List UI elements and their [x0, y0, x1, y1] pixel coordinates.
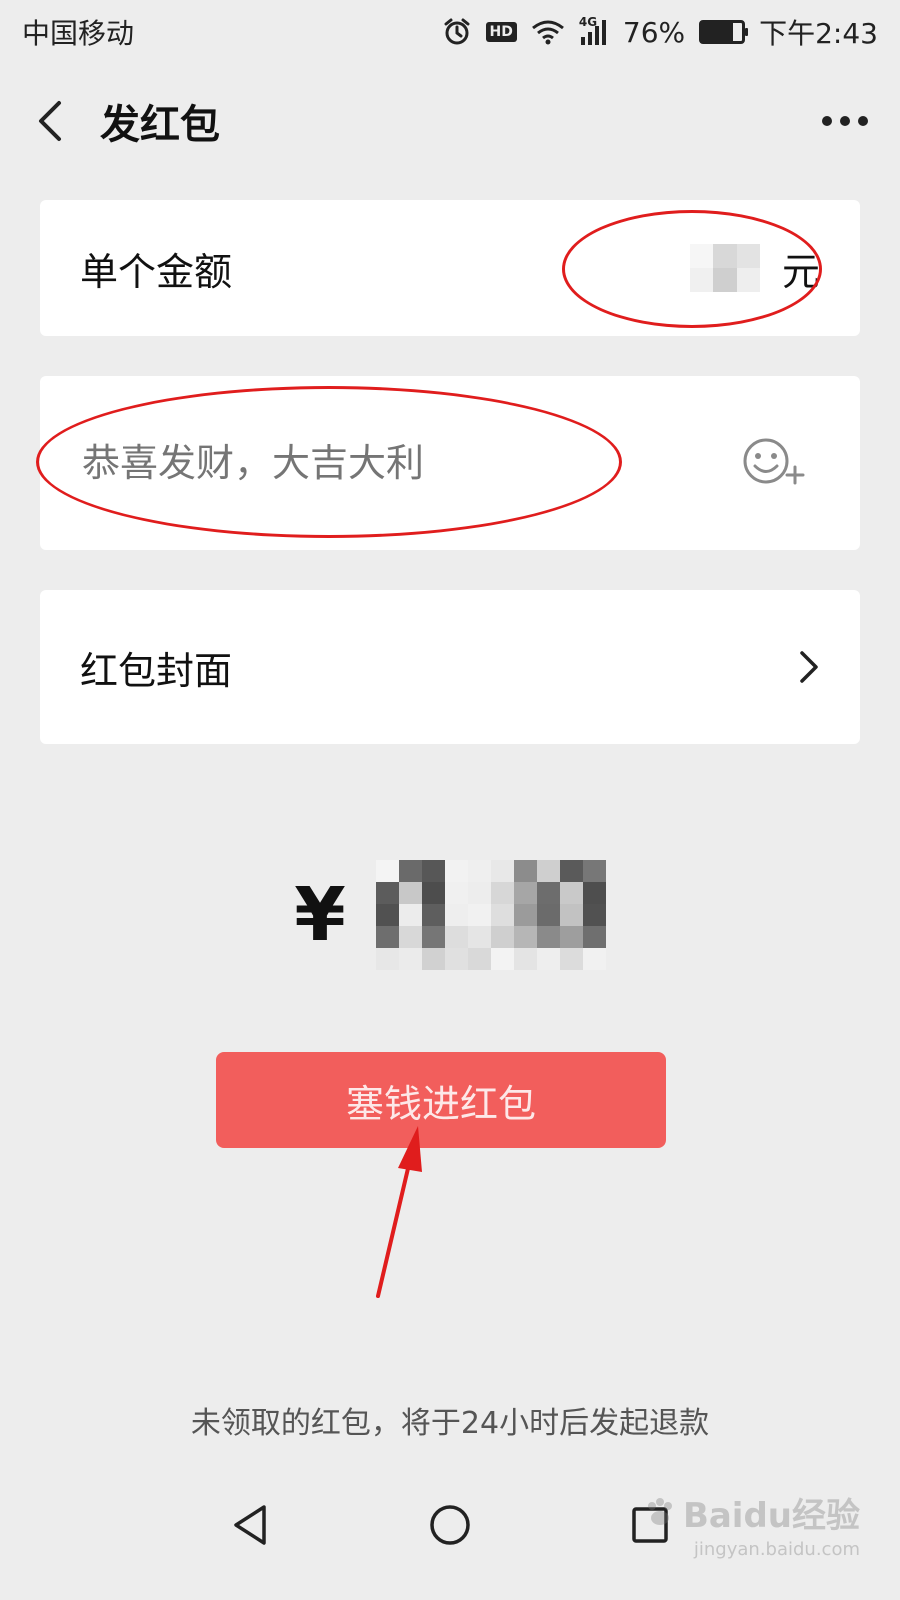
amount-input-blurred[interactable] — [689, 244, 760, 292]
recents-square-icon — [632, 1507, 668, 1543]
back-triangle-icon — [234, 1505, 266, 1545]
network-label: 4G — [578, 15, 598, 29]
emoji-plus-icon — [743, 438, 805, 485]
nav-back-button[interactable] — [215, 1490, 285, 1560]
status-left: 中国移动 — [22, 12, 134, 52]
amount-unit: 元 — [781, 249, 820, 294]
system-nav-bar — [0, 1480, 900, 1570]
back-chevron-icon — [39, 101, 61, 141]
battery-level-fill — [702, 23, 733, 41]
status-right: HD 4G 76% 下午2:43 — [442, 12, 878, 52]
battery-icon — [699, 20, 749, 44]
refund-note: 未领取的红包，将于24小时后发起退款 — [190, 1406, 710, 1441]
total-amount: ¥ — [0, 860, 900, 970]
cover-row[interactable]: 红包封面 — [40, 590, 860, 744]
signal-icon: 4G — [579, 15, 609, 45]
annotation-arrow — [376, 1126, 422, 1298]
more-button[interactable] — [810, 91, 880, 151]
page-title: 发红包 — [100, 102, 220, 148]
stuff-money-button[interactable]: 塞钱进红包 — [216, 1052, 666, 1148]
hd-icon: HD — [485, 22, 517, 42]
cover-label: 红包封面 — [80, 648, 233, 693]
back-button[interactable] — [20, 91, 80, 151]
amount-field[interactable]: 元 — [689, 241, 820, 296]
alarm-icon — [442, 17, 472, 47]
home-circle-icon — [430, 1505, 470, 1545]
battery-percent: 76% — [622, 15, 686, 49]
chevron-right-icon — [798, 649, 820, 685]
status-time: 下午2:43 — [759, 17, 878, 50]
carrier-label: 中国移动 — [22, 17, 135, 50]
nav-recents-button[interactable] — [615, 1490, 685, 1560]
amount-label: 单个金额 — [80, 249, 233, 294]
emoji-button[interactable] — [736, 431, 810, 495]
amount-row[interactable]: 单个金额 元 — [40, 200, 860, 336]
currency-symbol: ¥ — [294, 872, 346, 958]
greeting-input[interactable] — [80, 440, 736, 486]
more-dots-icon — [822, 116, 868, 126]
total-value-blurred — [375, 860, 606, 970]
message-row[interactable] — [40, 376, 860, 550]
wifi-icon — [531, 19, 565, 45]
header: 发红包 — [0, 78, 900, 164]
status-bar: 中国移动 HD 4G 76% 下午2:43 — [0, 0, 900, 64]
nav-home-button[interactable] — [415, 1490, 485, 1560]
